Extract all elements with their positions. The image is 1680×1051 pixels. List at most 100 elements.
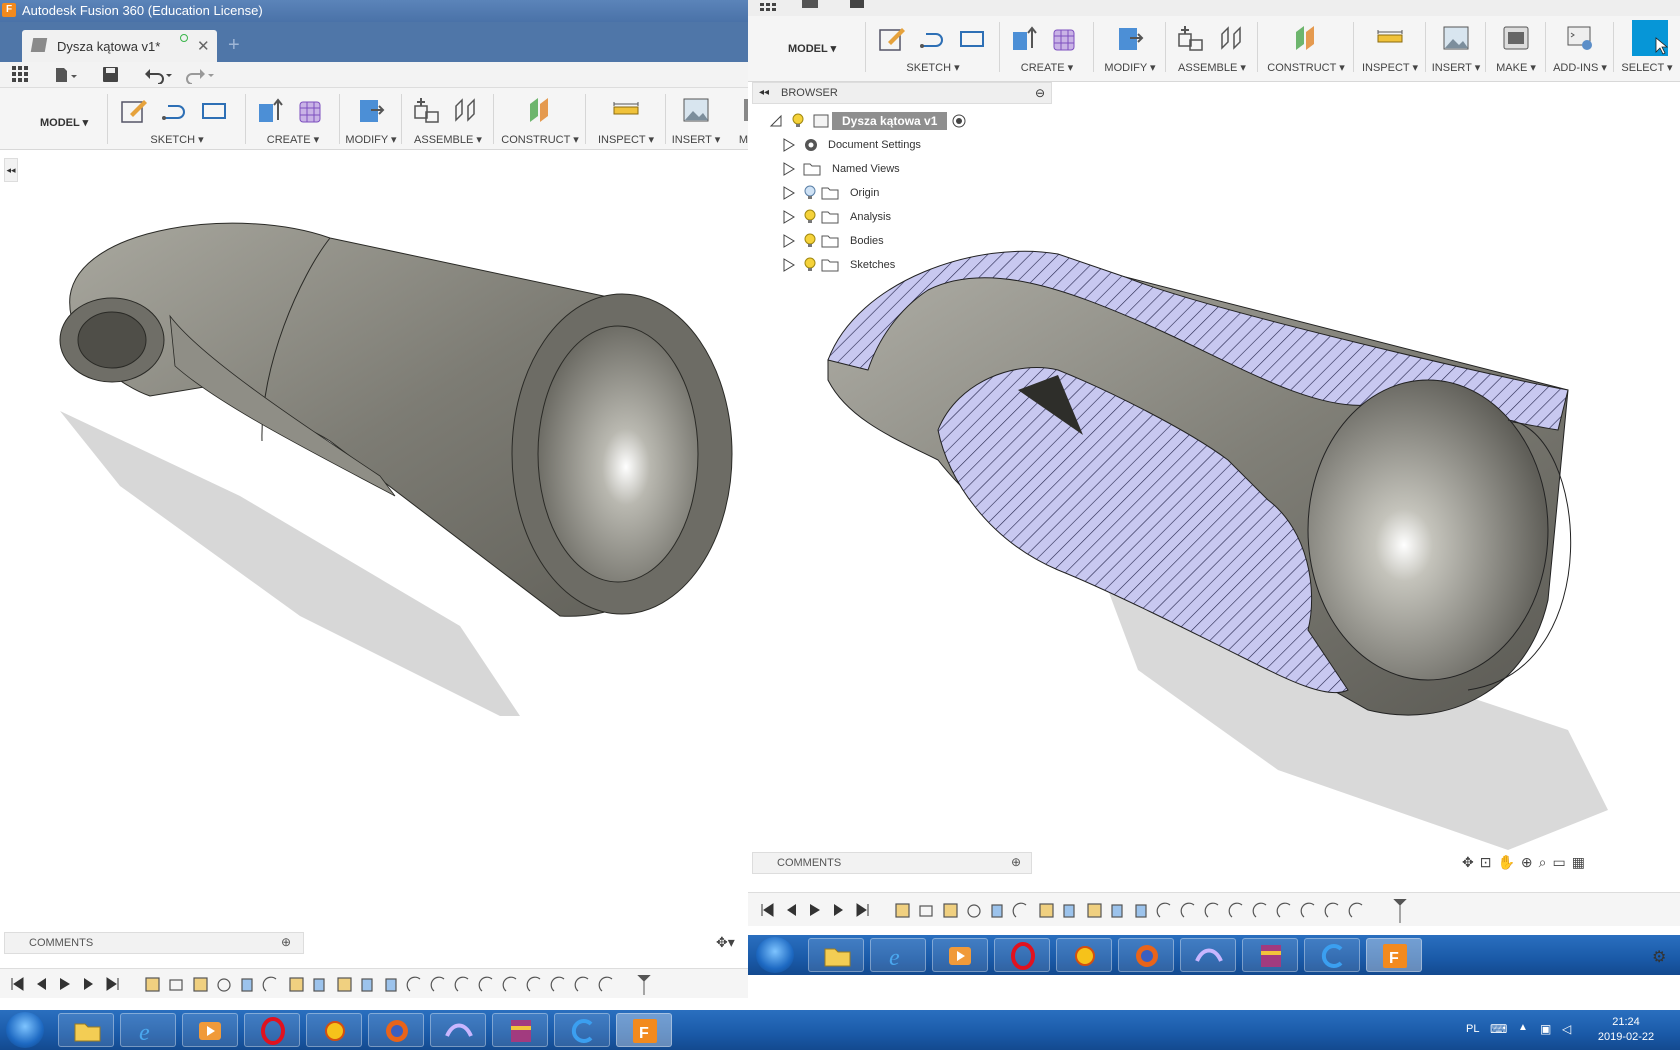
ribbon-group-create[interactable]: CREATE ▾ bbox=[1000, 16, 1094, 78]
activate-radio-icon[interactable] bbox=[951, 113, 971, 129]
timeline-prev-icon[interactable] bbox=[784, 903, 798, 917]
browser-item-analysis[interactable]: Analysis bbox=[782, 206, 891, 228]
timeline-start-icon[interactable] bbox=[760, 903, 774, 917]
winrar-taskbar-button[interactable] bbox=[492, 1013, 548, 1047]
document-tab[interactable]: Dysza kątowa v1* ✕ bbox=[22, 30, 217, 62]
add-comment-icon[interactable]: ⊕ bbox=[1011, 855, 1021, 869]
expand-arrow-icon[interactable] bbox=[782, 138, 796, 152]
file-menu-icon[interactable] bbox=[802, 0, 818, 8]
press-pull-icon[interactable] bbox=[1116, 24, 1144, 52]
c-app-taskbar-button[interactable] bbox=[554, 1013, 610, 1047]
ribbon-group-sketch[interactable]: SKETCH ▾ bbox=[108, 88, 246, 150]
browser-item-bodies[interactable]: Bodies bbox=[782, 230, 884, 252]
offset-plane-icon[interactable] bbox=[526, 96, 554, 124]
opera-taskbar-button[interactable] bbox=[244, 1013, 300, 1047]
data-panel-grid-icon[interactable] bbox=[760, 0, 776, 11]
timeline-play-icon[interactable] bbox=[58, 977, 72, 991]
pan-hand-icon[interactable]: ✋ bbox=[1497, 854, 1520, 870]
winrar-taskbar-button[interactable] bbox=[1242, 938, 1298, 972]
file-menu-icon[interactable] bbox=[54, 66, 78, 84]
fusion-taskbar-button[interactable]: F bbox=[616, 1013, 672, 1047]
form-tool-icon[interactable] bbox=[1050, 24, 1078, 52]
ribbon-group-make[interactable]: MAKE ▾ bbox=[1486, 16, 1546, 78]
new-component-icon[interactable] bbox=[1176, 24, 1204, 52]
mode-switcher[interactable]: MODEL ▾ bbox=[8, 88, 108, 150]
insert-image-icon[interactable] bbox=[1442, 24, 1470, 52]
mode-switcher[interactable]: MODEL ▾ bbox=[756, 16, 866, 78]
expand-arrow-icon[interactable] bbox=[782, 186, 796, 200]
visibility-bulb-icon[interactable] bbox=[802, 185, 820, 201]
explorer-taskbar-button[interactable] bbox=[808, 938, 864, 972]
close-tab-icon[interactable]: ✕ bbox=[197, 37, 210, 55]
timeline-play-icon[interactable] bbox=[808, 903, 822, 917]
start-button[interactable] bbox=[756, 937, 794, 973]
keyboard-icon[interactable]: ⌨ bbox=[1490, 1022, 1507, 1036]
ribbon-group-add-ins[interactable]: ADD-INS ▾ bbox=[1546, 16, 1614, 78]
rectangle-tool-icon[interactable] bbox=[200, 96, 228, 124]
app-taskbar-button[interactable] bbox=[430, 1013, 486, 1047]
line-tool-icon[interactable] bbox=[160, 96, 188, 124]
browser-item-named-views[interactable]: Named Views bbox=[782, 158, 900, 180]
measure-icon[interactable] bbox=[1376, 24, 1404, 52]
form-tool-icon[interactable] bbox=[296, 96, 324, 124]
line-tool-icon[interactable] bbox=[918, 24, 946, 52]
c-app-taskbar-button[interactable] bbox=[1304, 938, 1360, 972]
ribbon-group-construct[interactable]: CONSTRUCT ▾ bbox=[1258, 16, 1354, 78]
sun-app-taskbar-button[interactable] bbox=[1056, 938, 1112, 972]
data-panel-grid-icon[interactable] bbox=[12, 66, 28, 82]
ribbon-group-insert[interactable]: INSERT ▾ bbox=[666, 88, 726, 150]
ribbon-group-assemble[interactable]: ASSEMBLE ▾ bbox=[402, 88, 494, 150]
volume-icon[interactable]: ◁ bbox=[1562, 1022, 1571, 1036]
timeline-end-icon[interactable] bbox=[106, 977, 120, 991]
ribbon-group-select[interactable]: SELECT ▾ bbox=[1614, 16, 1680, 78]
new-component-icon[interactable] bbox=[412, 96, 440, 124]
expand-arrow-icon[interactable] bbox=[782, 210, 796, 224]
timeline-next-icon[interactable] bbox=[832, 903, 846, 917]
new-tab-button[interactable]: + bbox=[228, 34, 240, 57]
grid-settings-icon[interactable]: ▦ bbox=[1572, 854, 1591, 870]
expand-arrow-icon[interactable] bbox=[782, 258, 796, 272]
settings-gear-icon[interactable]: ⚙ bbox=[1652, 947, 1666, 967]
timeline-next-icon[interactable] bbox=[82, 977, 96, 991]
joint-icon[interactable] bbox=[1218, 24, 1246, 52]
3d-print-icon[interactable] bbox=[1502, 24, 1530, 52]
network-icon[interactable]: ▣ bbox=[1540, 1022, 1551, 1036]
media-taskbar-button[interactable] bbox=[932, 938, 988, 972]
extrude-icon[interactable] bbox=[256, 96, 284, 124]
timeline-end-icon[interactable] bbox=[856, 903, 870, 917]
explorer-taskbar-button[interactable] bbox=[58, 1013, 114, 1047]
app-taskbar-button[interactable] bbox=[1180, 938, 1236, 972]
expand-arrow-icon[interactable] bbox=[782, 162, 796, 176]
look-at-icon[interactable]: ⊡ bbox=[1480, 854, 1498, 870]
measure-icon[interactable] bbox=[612, 96, 640, 124]
show-hidden-icons-icon[interactable]: ▲ bbox=[1518, 1022, 1528, 1033]
timeline-feature-icons[interactable] bbox=[894, 899, 1414, 923]
system-clock[interactable]: 21:24 2019-02-22 bbox=[1586, 1015, 1666, 1045]
ribbon-group-make[interactable]: M bbox=[726, 88, 748, 150]
media-taskbar-button[interactable] bbox=[182, 1013, 238, 1047]
ribbon-group-construct[interactable]: CONSTRUCT ▾ bbox=[494, 88, 586, 150]
save-icon[interactable] bbox=[102, 66, 120, 84]
left-3d-viewport[interactable] bbox=[0, 196, 748, 756]
navigation-orbit-icon[interactable]: ✥▾ bbox=[716, 934, 744, 954]
expand-arrow-icon[interactable] bbox=[782, 234, 796, 248]
ribbon-group-modify[interactable]: MODIFY ▾ bbox=[340, 88, 402, 150]
ribbon-group-sketch[interactable]: SKETCH ▾ bbox=[866, 16, 1000, 78]
browser-panel-header[interactable]: ◂◂ BROWSER ⊖ bbox=[752, 82, 1052, 104]
ie-taskbar-button[interactable]: e bbox=[870, 938, 926, 972]
firefox-taskbar-button[interactable] bbox=[368, 1013, 424, 1047]
ribbon-group-inspect[interactable]: INSPECT ▾ bbox=[586, 88, 666, 150]
visibility-bulb-icon[interactable] bbox=[802, 233, 820, 249]
timeline-prev-icon[interactable] bbox=[34, 977, 48, 991]
collapse-arrow-icon[interactable] bbox=[768, 114, 784, 128]
visibility-bulb-icon[interactable] bbox=[802, 209, 820, 225]
add-comment-icon[interactable]: ⊕ bbox=[281, 935, 291, 949]
comments-panel-bar[interactable]: COMMENTS ⊕ bbox=[4, 932, 304, 954]
zoom-icon[interactable]: ⊕ bbox=[1521, 854, 1539, 870]
select-icon[interactable] bbox=[1632, 20, 1669, 56]
browser-item-document-settings[interactable]: Document Settings bbox=[782, 134, 921, 156]
browser-root-row[interactable]: Dysza kątowa v1 bbox=[768, 110, 971, 132]
offset-plane-icon[interactable] bbox=[1292, 24, 1320, 52]
ie-taskbar-button[interactable]: e bbox=[120, 1013, 176, 1047]
sun-app-taskbar-button[interactable] bbox=[306, 1013, 362, 1047]
